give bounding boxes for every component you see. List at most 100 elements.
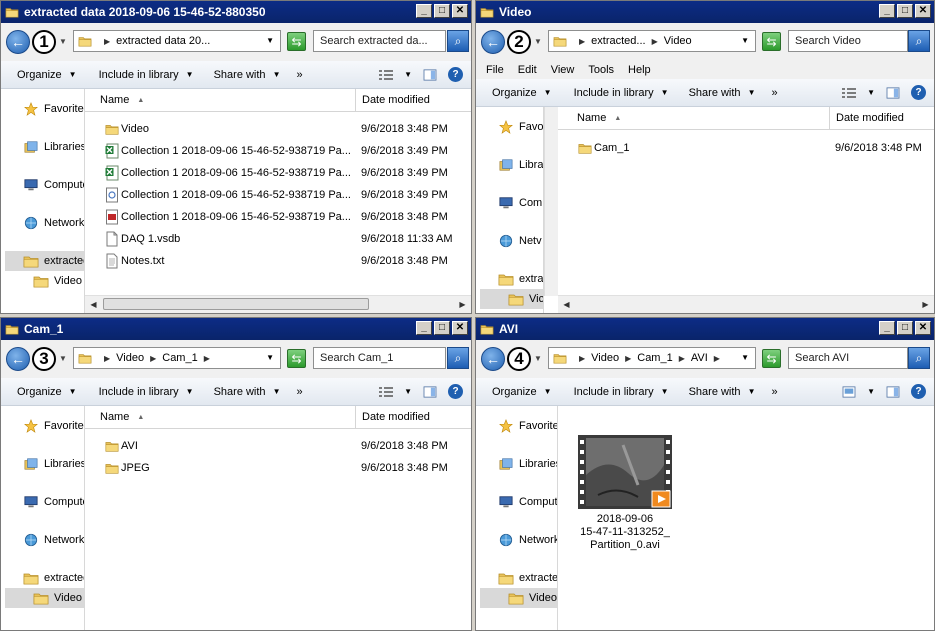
menu-tools[interactable]: Tools xyxy=(588,64,614,76)
organize-button[interactable]: Organize ▼ xyxy=(17,69,77,81)
maximize-button[interactable]: □ xyxy=(434,4,450,18)
breadcrumb-separator-icon[interactable]: ▶ xyxy=(204,354,210,363)
nav-item-libraries[interactable]: Libraries xyxy=(498,454,557,474)
table-row[interactable]: Collection 1 2018-09-06 15-46-52-938719 … xyxy=(85,140,471,162)
search-input[interactable]: Search AVI xyxy=(788,347,908,369)
menu-edit[interactable]: Edit xyxy=(518,64,537,76)
table-row[interactable]: Collection 1 2018-09-06 15-46-52-938719 … xyxy=(85,206,471,228)
column-header-date[interactable]: Date modified xyxy=(830,107,934,129)
search-input[interactable]: Search extracted da... xyxy=(313,30,446,52)
title-bar[interactable]: Video _ □ ✕ xyxy=(476,1,934,23)
horizontal-scrollbar[interactable]: ◀ ▶ xyxy=(558,295,934,313)
include-in-library-button[interactable]: Include in library ▼ xyxy=(99,386,194,398)
breadcrumb-separator-icon[interactable]: ▶ xyxy=(104,37,110,46)
nav-item-current-folder[interactable]: extracted xyxy=(23,568,84,588)
menu-help[interactable]: Help xyxy=(628,64,651,76)
nav-item-subfolder[interactable]: Video xyxy=(33,271,82,291)
breadcrumb-separator-icon[interactable]: ▶ xyxy=(714,354,720,363)
views-dropdown-icon[interactable]: ▼ xyxy=(404,70,412,79)
back-button[interactable]: ← xyxy=(6,30,30,54)
organize-button[interactable]: Organize ▼ xyxy=(492,87,552,99)
nav-item-libraries[interactable]: Libraries xyxy=(23,454,84,474)
include-in-library-button[interactable]: Include in library ▼ xyxy=(574,386,669,398)
address-dropdown-icon[interactable]: ▼ xyxy=(266,36,274,45)
column-header-name[interactable]: Name ▲ xyxy=(93,406,356,428)
back-button[interactable]: ← xyxy=(6,347,30,371)
maximize-button[interactable]: □ xyxy=(897,321,913,335)
scroll-thumb[interactable] xyxy=(103,298,369,310)
refresh-button[interactable]: ⇆ xyxy=(287,32,306,51)
close-button[interactable]: ✕ xyxy=(452,321,468,335)
nav-item-favorites[interactable]: Favorites xyxy=(23,416,84,436)
nav-vertical-scrollbar[interactable] xyxy=(544,107,559,296)
organize-button[interactable]: Organize ▼ xyxy=(17,386,77,398)
share-with-button[interactable]: Share with ▼ xyxy=(214,69,281,81)
menu-view[interactable]: View xyxy=(551,64,575,76)
table-row[interactable]: Video 9/6/2018 3:48 PM xyxy=(85,118,471,140)
table-row[interactable]: Collection 1 2018-09-06 15-46-52-938719 … xyxy=(85,184,471,206)
breadcrumb-separator-icon[interactable]: ▶ xyxy=(150,354,156,363)
column-header-date[interactable]: Date modified xyxy=(356,89,471,111)
preview-pane-icon[interactable] xyxy=(422,69,438,81)
minimize-button[interactable]: _ xyxy=(416,4,432,18)
back-button[interactable]: ← xyxy=(481,30,505,54)
breadcrumb-item[interactable]: Cam_1 xyxy=(637,352,672,364)
nav-item-favorites[interactable]: Favo xyxy=(498,117,543,137)
recent-pages-dropdown-icon[interactable]: ▼ xyxy=(534,354,542,363)
breadcrumb-item[interactable]: Video xyxy=(591,352,619,364)
breadcrumb-item[interactable]: AVI xyxy=(691,352,708,364)
more-commands-button[interactable]: » xyxy=(771,87,777,99)
minimize-button[interactable]: _ xyxy=(879,321,895,335)
breadcrumb-item[interactable]: extracted data 20... xyxy=(116,35,210,47)
breadcrumb[interactable]: ▶ Video ▶ Cam_1 ▶ ▼ xyxy=(73,347,281,369)
breadcrumb[interactable]: ▶ extracted... ▶ Video ▼ xyxy=(548,30,756,52)
title-bar[interactable]: extracted data 2018-09-06 15-46-52-88035… xyxy=(1,1,471,23)
nav-item-current-folder[interactable]: extracted xyxy=(498,568,557,588)
more-commands-button[interactable]: » xyxy=(771,386,777,398)
search-input[interactable]: Search Video xyxy=(788,30,908,52)
refresh-button[interactable]: ⇆ xyxy=(762,349,781,368)
table-row[interactable]: AVI 9/6/2018 3:48 PM xyxy=(85,435,471,457)
nav-item-network[interactable]: Network xyxy=(23,530,84,550)
column-header-name[interactable]: Name ▲ xyxy=(93,89,356,111)
organize-button[interactable]: Organize ▼ xyxy=(492,386,552,398)
back-button[interactable]: ← xyxy=(481,347,505,371)
more-commands-button[interactable]: » xyxy=(296,69,302,81)
title-bar[interactable]: Cam_1 _ □ ✕ xyxy=(1,318,471,340)
include-in-library-button[interactable]: Include in library ▼ xyxy=(99,69,194,81)
breadcrumb-item[interactable]: Cam_1 xyxy=(162,352,197,364)
nav-item-favorites[interactable]: Favorites xyxy=(23,99,84,119)
nav-item-computer[interactable]: Computer xyxy=(23,175,84,195)
minimize-button[interactable]: _ xyxy=(416,321,432,335)
column-header-date[interactable]: Date modified xyxy=(356,406,471,428)
table-row[interactable]: DAQ 1.vsdb 9/6/2018 11:33 AM xyxy=(85,228,471,250)
preview-pane-icon[interactable] xyxy=(885,386,901,398)
menu-file[interactable]: File xyxy=(486,64,504,76)
views-icon[interactable] xyxy=(378,69,394,81)
nav-item-libraries[interactable]: Libraries xyxy=(23,137,84,157)
share-with-button[interactable]: Share with ▼ xyxy=(689,386,756,398)
nav-item-current-folder[interactable]: extracted data xyxy=(5,251,84,271)
search-button[interactable]: ⌕ xyxy=(908,30,930,52)
share-with-button[interactable]: Share with ▼ xyxy=(689,87,756,99)
breadcrumb-separator-icon[interactable]: ▶ xyxy=(579,37,585,46)
address-dropdown-icon[interactable]: ▼ xyxy=(741,36,749,45)
include-in-library-button[interactable]: Include in library ▼ xyxy=(574,87,669,99)
large-icons-view-icon[interactable] xyxy=(841,386,857,398)
column-header-name[interactable]: Name ▲ xyxy=(566,107,830,129)
scroll-left-icon[interactable]: ◀ xyxy=(558,296,575,313)
nav-item-computer[interactable]: Computer xyxy=(498,492,557,512)
refresh-button[interactable]: ⇆ xyxy=(762,32,781,51)
views-icon[interactable] xyxy=(841,87,857,99)
minimize-button[interactable]: _ xyxy=(879,4,895,18)
title-bar[interactable]: AVI _ □ ✕ xyxy=(476,318,934,340)
help-icon[interactable]: ? xyxy=(448,384,463,399)
breadcrumb-item[interactable]: Video xyxy=(116,352,144,364)
breadcrumb-item[interactable]: extracted... xyxy=(591,35,645,47)
refresh-button[interactable]: ⇆ xyxy=(287,349,306,368)
share-with-button[interactable]: Share with ▼ xyxy=(214,386,281,398)
search-button[interactable]: ⌕ xyxy=(908,347,930,369)
close-button[interactable]: ✕ xyxy=(915,4,931,18)
table-row[interactable]: Cam_1 9/6/2018 3:48 PM xyxy=(558,137,934,159)
views-dropdown-icon[interactable]: ▼ xyxy=(867,387,875,396)
